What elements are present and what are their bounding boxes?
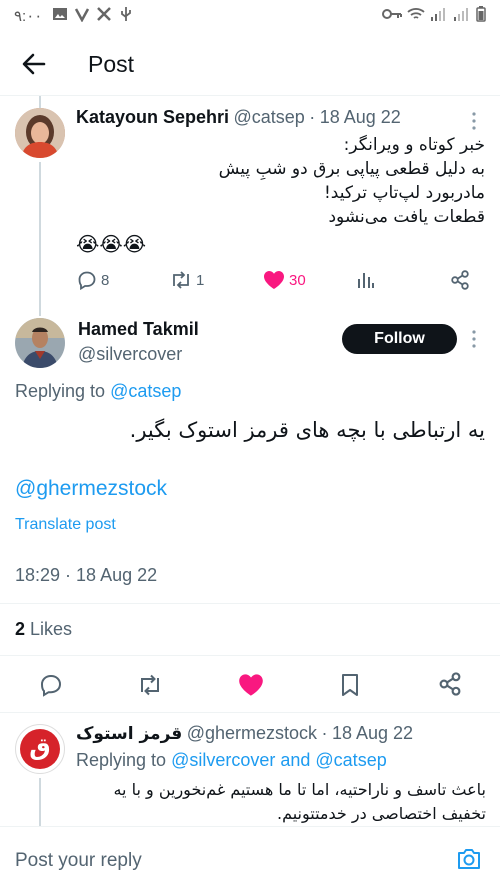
author-handle[interactable]: @ghermezstock <box>187 723 317 743</box>
retweet-count: 1 <box>196 271 205 289</box>
replying-to-handle[interactable]: @catsep <box>110 381 181 401</box>
arrow-left-icon[interactable] <box>20 50 48 78</box>
battery-icon <box>476 6 486 22</box>
avatar-letter: ق <box>29 733 51 761</box>
signal-icon <box>431 8 445 21</box>
tweet-date[interactable]: 18 Aug 22 <box>332 723 413 743</box>
retweet-icon[interactable] <box>137 673 163 697</box>
thread-line <box>39 162 41 316</box>
avatar-hamed-image <box>15 318 65 368</box>
tweet-emoji: 😭😭😭 <box>76 234 147 256</box>
tweet-line: مادربورد لپ‌تاپ ترکید! <box>323 183 485 203</box>
analytics-icon[interactable] <box>357 271 375 289</box>
separator-dot: · <box>321 723 328 743</box>
tweet-line: باعث تاسف و ناراحتیه، اما تا ما هستیم غم… <box>113 780 486 799</box>
tweet-line: قطعات یافت می‌نشود <box>328 207 485 227</box>
reply-composer[interactable]: Post your reply <box>0 826 500 888</box>
camera-icon[interactable] <box>456 847 482 871</box>
reply-input[interactable]: Post your reply <box>15 850 142 872</box>
divider <box>0 655 500 656</box>
more-options-icon[interactable] <box>471 329 477 349</box>
replying-to-label: Replying to <box>76 750 167 770</box>
divider <box>0 712 500 713</box>
wifi-icon <box>407 8 425 19</box>
reply-action[interactable]: 8 <box>77 270 109 290</box>
share-icon[interactable] <box>450 270 470 290</box>
twitter-x-icon <box>97 7 111 21</box>
likes-count: 2 <box>15 619 26 639</box>
avatar[interactable]: ق <box>15 724 65 774</box>
like-action[interactable]: 30 <box>263 270 306 290</box>
signal-icon <box>454 8 468 21</box>
author-handle[interactable]: @catsep <box>234 107 305 127</box>
retweet-icon <box>173 271 189 289</box>
bookmark-icon[interactable] <box>340 673 360 697</box>
reply-icon <box>78 271 96 290</box>
replying-to: Replying to @catsep <box>15 381 181 402</box>
tweet-date[interactable]: 18 Aug 22 <box>320 107 401 127</box>
status-time: ۹:۰۰ <box>14 8 43 25</box>
likes-summary[interactable]: 2 Likes <box>15 619 72 640</box>
author-name[interactable]: Hamed Takmil <box>78 319 199 340</box>
tweet-text: خبر کوتاه و ویرانگر: به دلیل قطعی پیاپی … <box>160 133 485 229</box>
retweet-action[interactable]: 1 <box>170 270 204 290</box>
tweet-line: خبر کوتاه و ویرانگر: <box>343 135 485 155</box>
reply-icon[interactable] <box>39 673 63 697</box>
status-bar: ۹:۰۰ <box>0 0 500 32</box>
share-icon[interactable] <box>438 672 462 696</box>
tweet-header: قرمز استوک @ghermezstock · 18 Aug 22 <box>76 723 413 744</box>
reply-count: 8 <box>101 271 110 289</box>
follow-button[interactable]: Follow <box>342 324 457 354</box>
usb-icon <box>121 7 131 21</box>
tweet-text: یه ارتباطی با بچه های قرمز استوک بگیر. <box>129 418 485 442</box>
likes-label: Likes <box>30 619 73 639</box>
replying-to-label: Replying to <box>15 381 106 401</box>
replying-to-handles[interactable]: @silvercover and @catsep <box>171 750 387 770</box>
thread-line-top <box>39 96 41 108</box>
tweet-timestamp[interactable]: 18:29 · 18 Aug 22 <box>15 565 157 586</box>
heart-filled-icon[interactable] <box>238 673 264 697</box>
more-options-icon[interactable] <box>471 111 477 131</box>
separator-dot: · <box>309 107 316 127</box>
tweet-line: به دلیل قطعی پیاپی برق دو شبِ پیش <box>218 159 485 179</box>
tweet-header: Katayoun Sepehri @catsep · 18 Aug 22 <box>76 107 401 128</box>
status-icons-right <box>382 6 486 22</box>
avatar[interactable] <box>15 318 65 368</box>
author-name[interactable]: Katayoun Sepehri <box>76 107 229 127</box>
avatar[interactable] <box>15 108 65 158</box>
image-icon <box>53 8 67 20</box>
mention-link[interactable]: @ghermezstock <box>15 477 167 501</box>
tweet-line: تخفیف اختصاصی در خدمتتونیم. <box>276 804 486 823</box>
like-count: 30 <box>289 271 306 289</box>
heart-filled-icon <box>264 271 284 289</box>
divider <box>0 603 500 604</box>
author-name[interactable]: قرمز استوک <box>76 724 182 744</box>
top-app-bar: Post <box>0 32 500 96</box>
key-icon <box>382 9 402 19</box>
status-icons-left <box>52 6 134 22</box>
tweet-text: باعث تاسف و ناراحتیه، اما تا ما هستیم غم… <box>76 778 486 826</box>
replying-to: Replying to @silvercover and @catsep <box>76 750 387 771</box>
author-handle[interactable]: @silvercover <box>78 344 182 365</box>
page-title: Post <box>88 51 135 77</box>
translate-link[interactable]: Translate post <box>15 516 116 534</box>
thread-line-bottom <box>39 778 41 826</box>
avatar-katayoun-image <box>15 108 65 158</box>
check-v-icon <box>74 8 90 22</box>
